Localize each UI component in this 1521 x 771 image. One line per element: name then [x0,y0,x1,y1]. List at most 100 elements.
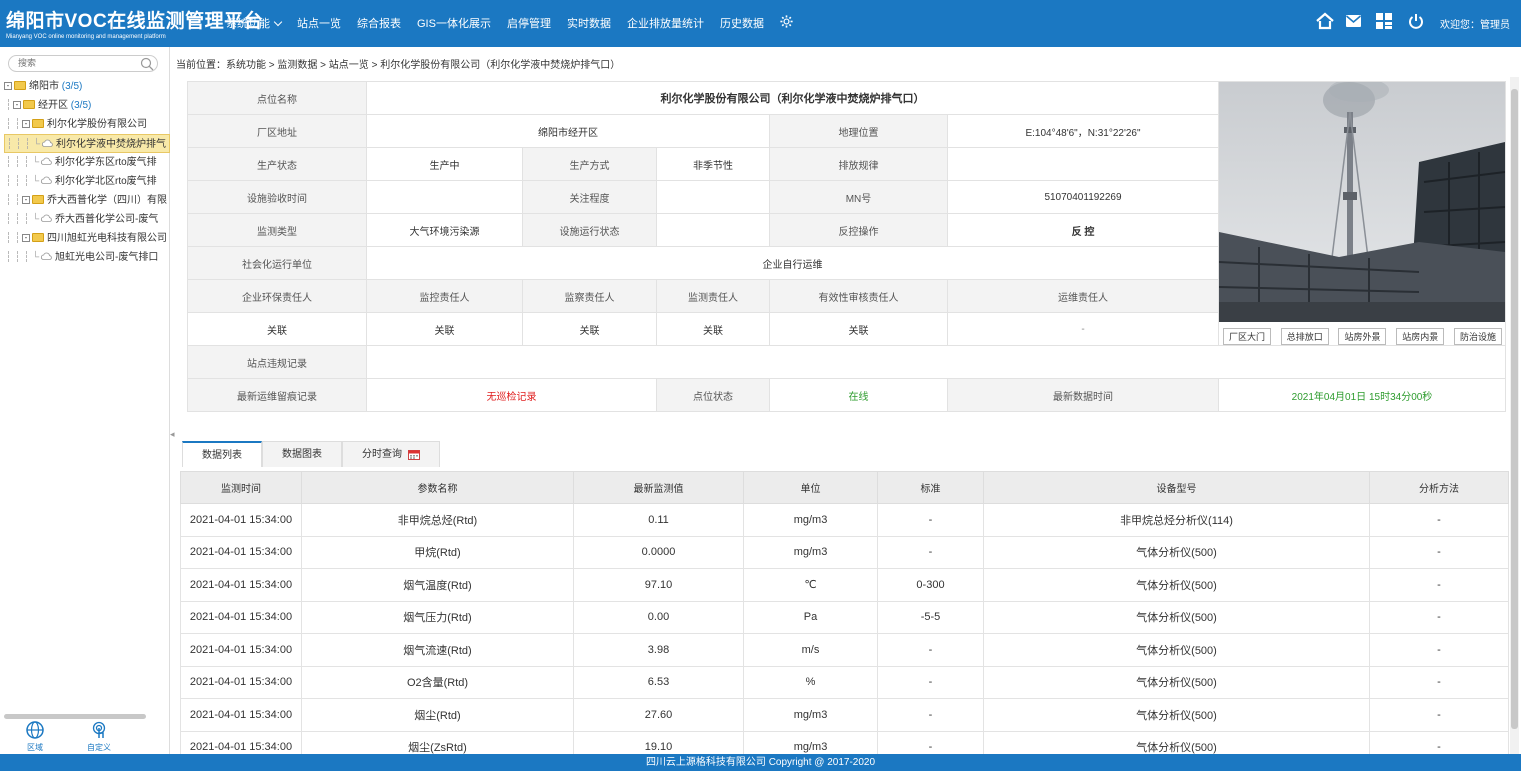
remote-control-link[interactable]: 反 控 [947,213,1219,247]
table-row[interactable]: 2021-04-01 15:34:00 甲烷(Rtd) 0.0000 mg/m3- 气体… [180,535,1509,569]
nav-system-functions[interactable]: 系统功能 [226,15,283,31]
link-validity-responsible[interactable]: 关联 [769,312,948,346]
scrollbar-thumb[interactable] [1511,89,1518,729]
nav-emission-stats[interactable]: 企业排放量统计 [627,15,704,31]
site-photo[interactable] [1219,82,1505,322]
collapse-icon[interactable]: - [13,101,21,110]
label-site-status: 点位状态 [656,378,770,412]
site-status: 在线 [769,378,948,412]
tree-label: 利尔化学液中焚烧炉排气 [56,139,166,150]
grid-layout-icon[interactable] [1376,13,1392,32]
table-row[interactable]: 2021-04-01 15:34:00 烟气温度(Rtd) 97.10 ℃ 0-300 气… [180,568,1509,602]
col-param[interactable]: 参数名称 [301,471,574,504]
tree-node-lier-east-rto[interactable]: ┆ ┆ ┆ └ 利尔化学东区rto废气排 [4,153,170,172]
sidebar-collapse-arrow[interactable]: ◂ [170,429,177,441]
folder-icon [14,80,26,90]
tab-data-chart[interactable]: 数据图表 [262,441,342,467]
table-row[interactable]: 2021-04-01 15:34:00 非甲烷总烃(Rtd) 0.11 mg/m3- 非… [180,503,1509,537]
cell-standard: -5-5 [877,600,984,634]
tree-node-lier-incinerator[interactable]: ┆ ┆ ┆ └ 利尔化学液中焚烧炉排气 [4,134,170,153]
maintenance-record[interactable]: 无巡检记录 [366,378,657,412]
search-input[interactable] [18,58,128,68]
photo-btn-station-exterior[interactable]: 站房外景 [1338,328,1387,345]
gear-icon[interactable] [780,15,793,31]
photo-btn-gate[interactable]: 厂区大门 [1223,328,1272,345]
site-name: 利尔化学股份有限公司（利尔化学液中焚烧炉排气口） [366,81,1219,115]
app-title: 绵阳市VOC在线监测管理平台 [6,11,264,32]
chevron-down-icon [273,17,283,27]
link-env-responsible[interactable]: 关联 [187,312,367,346]
tree-node-lier[interactable]: ┆ ┆ - 利尔化学股份有限公司 [4,115,170,134]
nav-realtime[interactable]: 实时数据 [567,15,611,31]
page-scrollbar[interactable] [1510,77,1519,754]
tab-time-query[interactable]: 分时查询 [342,441,440,467]
sidebar: -绵阳市 (3/5) ┆-经开区 (3/5) ┆┆-利尔化学股份有限公司 ┆┆┆… [0,47,170,754]
cell-device: 非甲烷总烃分析仪(114) [983,503,1370,537]
tree-node-xuhong[interactable]: ┆ ┆ - 四川旭虹光电科技有限公司 [4,229,170,248]
address: 绵阳市经开区 [366,114,770,148]
nav-start-stop[interactable]: 启停管理 [507,15,551,31]
tree-node-mianyang[interactable]: - 绵阳市 (3/5) [4,77,170,96]
cell-time: 2021-04-01 15:34:00 [180,503,302,537]
nav-gis[interactable]: GIS一体化展示 [417,15,491,31]
collapse-icon[interactable]: - [22,196,30,205]
site-photo-panel: 厂区大门 总排放口 站房外景 站房内景 防治设施 [1218,81,1506,346]
cell-param: 烟气温度(Rtd) [301,568,574,602]
tree-label: 乔大西普化学（四川）有限 [47,195,167,206]
link-measure-responsible[interactable]: 关联 [656,312,770,346]
folder-icon [32,194,44,204]
cloud-icon [41,139,53,148]
tree-label: 利尔化学北区rto废气排 [55,176,157,187]
cell-value: 6.53 [573,665,744,699]
cell-param: 非甲烷总烃(Rtd) [301,503,574,537]
region-button[interactable]: 区域 [20,720,50,753]
label-facility-run-status: 设施运行状态 [522,213,657,247]
mail-icon[interactable] [1345,15,1362,30]
photo-btn-facility[interactable]: 防治设施 [1453,328,1502,345]
logo[interactable]: 绵阳市VOC在线监测管理平台 Mianyang VOC online monit… [6,6,263,40]
nav-reports[interactable]: 综合报表 [357,15,401,31]
tree-node-xuhong-exhaust[interactable]: ┆ ┆ ┆ └ 旭虹光电公司-废气排口 [4,248,170,267]
table-row[interactable]: 2021-04-01 15:34:00 O2含量(Rtd) 6.53% - 气体分析仪(… [180,665,1509,699]
table-row[interactable]: 2021-04-01 15:34:00 烟气压力(Rtd) 0.00 Pa -5-5 气体… [180,600,1509,634]
link-supervision-responsible[interactable]: 关联 [522,312,657,346]
tab-data-list[interactable]: 数据列表 [182,441,262,467]
tree-node-jingkai[interactable]: ┆ - 经开区 (3/5) [4,96,170,115]
home-icon[interactable] [1316,12,1334,33]
photo-btn-outlet[interactable]: 总排放口 [1280,328,1329,345]
power-icon[interactable] [1408,13,1424,32]
collapse-icon[interactable]: - [22,234,30,243]
cell-time: 2021-04-01 15:34:00 [180,698,302,732]
link-monitor-responsible[interactable]: 关联 [366,312,523,346]
welcome-text: 欢迎您：管理员 [1440,20,1510,31]
sidebar-scrollbar[interactable] [4,714,146,719]
col-device[interactable]: 设备型号 [983,471,1370,504]
collapse-icon[interactable]: - [22,120,30,129]
cell-value: 0.00 [573,600,744,634]
photo-btn-station-interior[interactable]: 站房内景 [1396,328,1445,345]
custom-button[interactable]: 自定义 [84,720,114,753]
table-row[interactable]: 2021-04-01 15:34:00 烟尘(Rtd) 27.60 mg/m3- 气体分… [180,698,1509,732]
col-time[interactable]: 监测时间 [180,471,302,504]
data-tabs: 数据列表 数据图表 分时查询 [182,441,440,467]
folder-icon [32,118,44,128]
geo-location: E:104°48'6"，N:31°22'26" [947,114,1219,148]
cell-value: 3.98 [573,633,744,667]
col-standard[interactable]: 标准 [877,471,984,504]
nav-site-overview[interactable]: 站点一览 [297,15,341,31]
collapse-icon[interactable]: - [4,82,12,91]
search-icon[interactable] [140,57,154,74]
tree-node-lier-north-rto[interactable]: ┆ ┆ ┆ └ 利尔化学北区rto废气排 [4,172,170,191]
label-maintenance-record: 最新运维留痕记录 [187,378,367,412]
latest-data-time: 2021年04月01日 15时34分00秒 [1218,378,1506,412]
cell-unit: mg/m3 [743,535,878,569]
cell-device: 气体分析仪(500) [983,568,1370,602]
col-unit[interactable]: 单位 [743,471,878,504]
table-row[interactable]: 2021-04-01 15:34:00 烟气流速(Rtd) 3.98 m/s - 气体分析… [180,633,1509,667]
tree-node-qiaoda-exhaust[interactable]: ┆ ┆ ┆ └ 乔大西普化学公司-废气 [4,210,170,229]
col-method[interactable]: 分析方法 [1369,471,1509,504]
header-measure-responsible: 监测责任人 [656,279,770,313]
nav-history[interactable]: 历史数据 [720,15,764,31]
tree-node-qiaoda[interactable]: ┆ ┆ - 乔大西普化学（四川）有限 [4,191,170,210]
col-value[interactable]: 最新监测值 [573,471,744,504]
